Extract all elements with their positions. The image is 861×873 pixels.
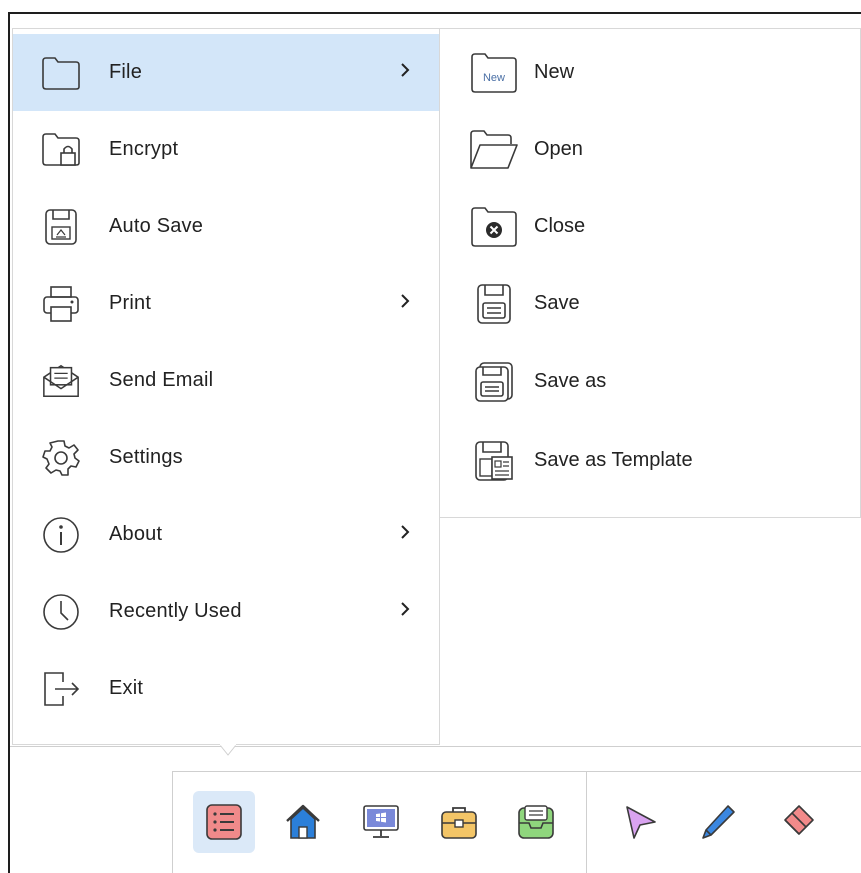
submenu-item-label: Save as: [534, 370, 607, 392]
submenu-item-close[interactable]: Close: [440, 188, 861, 265]
exit-icon: [41, 668, 81, 710]
auto-save-icon: [41, 206, 81, 248]
submenu-item-save-as-template[interactable]: Save as Template: [440, 422, 861, 499]
submenu-item-label: Save as Template: [534, 449, 693, 471]
menu-item-settings[interactable]: Settings: [13, 419, 439, 496]
toolbox-icon: [441, 807, 477, 839]
menu-item-exit[interactable]: Exit: [13, 650, 439, 727]
folder-lock-icon: [41, 129, 81, 171]
inbox-tray-icon: [518, 805, 554, 839]
toolbar-desktop-button[interactable]: [350, 791, 412, 853]
pointer-arrow-icon: [626, 806, 656, 839]
email-icon: [41, 360, 81, 402]
menu-item-label: About: [109, 523, 163, 545]
menu-item-label: Settings: [109, 446, 183, 468]
toolbar-toolbox-button[interactable]: [428, 791, 490, 853]
submenu-item-label: New: [534, 61, 575, 83]
printer-icon: [41, 283, 81, 325]
close-file-icon: [468, 203, 520, 251]
submenu-item-label: Close: [534, 215, 586, 237]
menu-item-auto-save[interactable]: Auto Save: [13, 188, 439, 265]
menu-divider: [10, 746, 861, 747]
info-icon: [41, 514, 81, 556]
menu-item-label: File: [109, 61, 143, 83]
submenu-item-label: Save: [534, 292, 580, 314]
toolbar-eraser-button[interactable]: [766, 791, 828, 853]
chevron-right-icon: [401, 602, 410, 616]
eraser-icon: [784, 805, 814, 835]
menu-item-label: Encrypt: [109, 138, 179, 160]
chevron-right-icon: [401, 63, 410, 77]
menu-item-send-email[interactable]: Send Email: [13, 342, 439, 419]
menu-item-label: Exit: [109, 677, 144, 699]
submenu-item-label: Open: [534, 138, 583, 160]
menu-item-about[interactable]: About: [13, 496, 439, 573]
file-submenu: New New Open Close Save Save as Save as …: [440, 28, 861, 518]
menu-item-print[interactable]: Print: [13, 265, 439, 342]
menu-item-label: Recently Used: [109, 600, 242, 622]
submenu-item-open[interactable]: Open: [440, 111, 861, 188]
new-file-icon: New: [468, 49, 520, 97]
menu-item-file[interactable]: File: [13, 34, 439, 111]
save-as-icon: [468, 358, 520, 406]
toolbar-select-button[interactable]: [609, 791, 671, 853]
submenu-item-save-as[interactable]: Save as: [440, 343, 861, 420]
menu-item-label: Print: [109, 292, 152, 314]
toolbar-home-button[interactable]: [272, 791, 334, 853]
submenu-item-save[interactable]: Save: [440, 265, 861, 342]
toolbar-menu-button[interactable]: [193, 791, 255, 853]
gear-icon: [41, 437, 81, 479]
new-badge-text: New: [483, 72, 505, 84]
menu-item-recently-used[interactable]: Recently Used: [13, 573, 439, 650]
open-folder-icon: [468, 126, 520, 174]
folder-icon: [41, 52, 81, 94]
home-icon: [286, 804, 320, 839]
chevron-right-icon: [401, 294, 410, 308]
menu-pointer: [220, 744, 236, 756]
save-template-icon: [468, 437, 520, 485]
menu-item-encrypt[interactable]: Encrypt: [13, 111, 439, 188]
toolbar-separator: [586, 771, 587, 873]
toolbar-pen-button[interactable]: [687, 791, 749, 853]
submenu-item-new[interactable]: New New: [440, 34, 861, 111]
pen-icon: [702, 805, 735, 839]
toolbar-inbox-button[interactable]: [505, 791, 567, 853]
menu-item-label: Auto Save: [109, 215, 204, 237]
main-menu: File Encrypt Auto Save Print Send Email …: [12, 28, 440, 745]
desktop-icon: [363, 805, 399, 838]
menu-item-label: Send Email: [109, 369, 214, 391]
menu-list-icon: [206, 804, 242, 840]
clock-icon: [41, 591, 81, 633]
save-icon: [468, 280, 520, 328]
chevron-right-icon: [401, 525, 410, 539]
